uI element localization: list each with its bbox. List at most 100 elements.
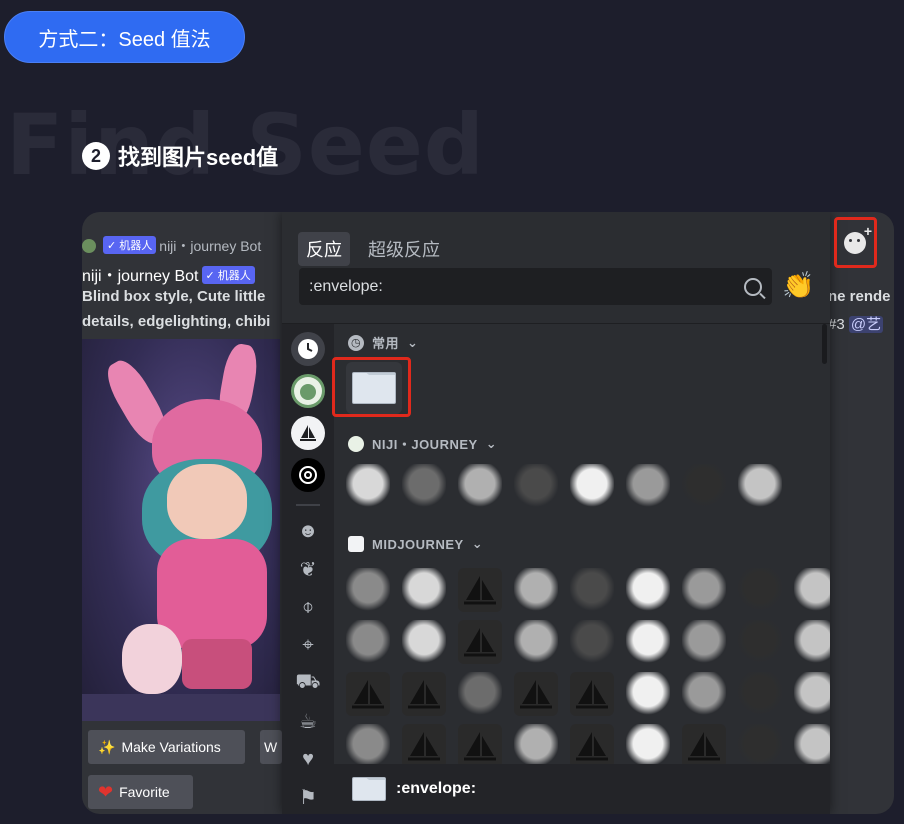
custom-emoji[interactable] (458, 724, 502, 764)
custom-emoji[interactable] (514, 464, 558, 508)
section-midjourney-label: MIDJOURNEY (372, 536, 464, 552)
smile-category-icon[interactable]: ☻ (296, 519, 320, 543)
custom-emoji[interactable] (682, 620, 726, 664)
custom-emoji[interactable] (458, 464, 502, 508)
section-midjourney[interactable]: MIDJOURNEY ⌄ (348, 536, 483, 552)
custom-emoji[interactable] (570, 464, 614, 508)
custom-emoji[interactable] (626, 672, 670, 716)
bot-label-small: niji・journey Bot (159, 238, 262, 254)
prompt-line-1: Blind box style, Cute little (82, 288, 266, 305)
custom-emoji[interactable] (402, 672, 446, 716)
face-shape (167, 464, 247, 539)
author-line: niji・journey Bot ✓ 机器人 (82, 262, 258, 286)
niji-server-icon (294, 377, 322, 405)
sailboat-icon (576, 680, 608, 709)
objects-category-icon[interactable]: ☕ (296, 709, 320, 733)
partial-button[interactable]: W (260, 730, 282, 764)
custom-emoji[interactable] (682, 672, 726, 716)
custom-emoji[interactable] (738, 724, 782, 764)
custom-emoji[interactable] (346, 568, 390, 612)
discord-screenshot: ✓ 机器人 niji・journey Bot niji・journey Bot ✓ … (82, 212, 894, 814)
custom-emoji[interactable] (570, 620, 614, 664)
custom-emoji[interactable] (346, 724, 390, 764)
custom-emoji[interactable] (402, 464, 446, 508)
clap-skin-tone-icon[interactable]: 👏 (782, 270, 814, 301)
make-variations-button[interactable]: ✨ Make Variations (88, 730, 245, 764)
step-heading: 2 找到图片seed值 (82, 140, 278, 172)
custom-emoji[interactable] (738, 672, 782, 716)
generated-image[interactable] (82, 339, 280, 721)
custom-emoji[interactable] (514, 568, 558, 612)
step-number: 2 (82, 142, 110, 170)
picker-tabs: 反应 超级反应 (298, 232, 448, 266)
bot-badge-small: ✓ 机器人 (103, 236, 157, 254)
custom-emoji[interactable] (738, 568, 782, 612)
custom-emoji[interactable] (458, 672, 502, 716)
method-two-button[interactable]: 方式二：Seed 值法 (4, 11, 245, 63)
heart-category-icon[interactable]: ♥ (296, 747, 320, 771)
custom-emoji[interactable] (626, 464, 670, 508)
highlight-envelope (332, 357, 411, 417)
custom-emoji[interactable] (626, 724, 670, 764)
rail-server-openai[interactable] (291, 458, 325, 492)
custom-emoji[interactable] (346, 620, 390, 664)
section-frequent[interactable]: ◷ 常用 ⌄ (348, 333, 418, 352)
favorite-label: Favorite (119, 784, 170, 800)
rail-server-midjourney[interactable] (291, 416, 325, 450)
clock-icon (298, 339, 318, 359)
custom-emoji[interactable] (402, 724, 446, 764)
search-icon[interactable] (744, 277, 762, 296)
flag-category-icon[interactable]: ⚑ (296, 785, 320, 809)
emoji-search-input[interactable] (309, 277, 744, 296)
custom-emoji[interactable] (626, 620, 670, 664)
custom-emoji[interactable] (346, 464, 390, 508)
sailboat-icon (464, 732, 496, 761)
section-niji[interactable]: NIJI・JOURNEY ⌄ (348, 434, 497, 453)
custom-emoji[interactable] (794, 620, 830, 664)
custom-emoji[interactable] (346, 672, 390, 716)
travel-category-icon[interactable]: ⛟ (295, 671, 320, 695)
custom-emoji[interactable] (626, 568, 670, 612)
right-text-2: #3 @艺 (828, 313, 884, 334)
tab-reactions[interactable]: 反应 (298, 232, 350, 266)
custom-emoji[interactable] (794, 724, 830, 764)
tab-super-reactions[interactable]: 超级反应 (360, 232, 448, 266)
custom-emoji[interactable] (514, 672, 558, 716)
emoji-search (299, 268, 772, 305)
custom-emoji[interactable] (682, 568, 726, 612)
favorite-button[interactable]: ❤ Favorite (88, 775, 193, 809)
custom-emoji[interactable] (402, 620, 446, 664)
rail-separator (296, 504, 320, 506)
job-index: #3 (828, 316, 845, 333)
sailboat-icon (352, 680, 384, 709)
prompt-line-2: details, edgelighting, chibi (82, 313, 271, 330)
custom-emoji[interactable] (738, 620, 782, 664)
chevron-down-icon: ⌄ (407, 334, 419, 350)
rail-recent[interactable] (291, 332, 325, 366)
gamepad-category-icon[interactable]: ⌖ (296, 633, 320, 657)
sailboat-icon (464, 628, 496, 657)
make-variations-label: Make Variations (121, 739, 221, 755)
food-category-icon[interactable]: ⌽ (296, 595, 320, 619)
right-text-1: ne rende (828, 288, 891, 305)
custom-emoji[interactable] (794, 568, 830, 612)
custom-emoji[interactable] (514, 724, 558, 764)
custom-emoji[interactable] (682, 724, 726, 764)
custom-emoji[interactable] (738, 464, 782, 508)
custom-emoji[interactable] (570, 672, 614, 716)
rail-server-niji[interactable] (291, 374, 325, 408)
emoji-scrollbar[interactable] (822, 324, 827, 364)
custom-emoji[interactable] (402, 568, 446, 612)
custom-emoji[interactable] (514, 620, 558, 664)
chevron-down-icon: ⌄ (485, 435, 498, 451)
custom-emoji[interactable] (570, 724, 614, 764)
custom-emoji[interactable] (682, 464, 726, 508)
custom-emoji[interactable] (570, 568, 614, 612)
custom-emoji[interactable] (458, 620, 502, 664)
mention[interactable]: @艺 (848, 316, 884, 333)
sailboat-icon (688, 732, 720, 761)
bot-name[interactable]: niji・journey Bot (82, 268, 199, 285)
custom-emoji[interactable] (458, 568, 502, 612)
custom-emoji[interactable] (794, 672, 830, 716)
leaf-category-icon[interactable]: ❦ (296, 557, 320, 581)
